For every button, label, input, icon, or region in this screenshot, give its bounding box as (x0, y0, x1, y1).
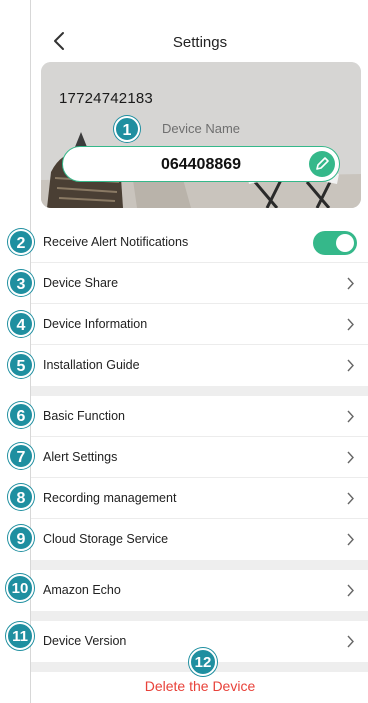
row-recording-management[interactable]: Recording management (31, 478, 368, 519)
header-bar: Settings (31, 22, 368, 62)
delete-device-button[interactable]: Delete the Device (31, 678, 368, 694)
section-divider (31, 560, 368, 570)
row-amazon-echo[interactable]: Amazon Echo (31, 570, 368, 611)
alert-notifications-toggle[interactable] (313, 231, 357, 255)
device-id: 17724742183 (59, 90, 153, 107)
device-name-field[interactable]: 064408869 (62, 146, 340, 182)
row-receive-alert-notifications[interactable]: Receive Alert Notifications (31, 222, 368, 263)
row-label: Receive Alert Notifications (43, 235, 189, 249)
edit-name-button[interactable] (309, 151, 335, 177)
chevron-right-icon (347, 584, 354, 597)
row-label: Device Information (43, 317, 148, 331)
pencil-icon (316, 157, 329, 170)
callout-badge-1: 1 (114, 116, 140, 142)
chevron-right-icon (347, 635, 354, 648)
section-divider (31, 611, 368, 621)
row-alert-settings[interactable]: Alert Settings (31, 437, 368, 478)
row-device-share[interactable]: Device Share (31, 263, 368, 304)
settings-list: Receive Alert Notifications Device Share… (31, 222, 368, 672)
chevron-right-icon (347, 533, 354, 546)
chevron-right-icon (347, 410, 354, 423)
callout-badge-8: 8 (8, 484, 34, 510)
callout-badge-10: 10 (6, 574, 34, 602)
row-label: Device Version (43, 634, 127, 648)
chevron-right-icon (347, 277, 354, 290)
chevron-right-icon (347, 451, 354, 464)
chevron-right-icon (347, 492, 354, 505)
callout-badge-6: 6 (8, 402, 34, 428)
toggle-knob (336, 234, 354, 252)
row-device-information[interactable]: Device Information (31, 304, 368, 345)
device-name-value: 064408869 (160, 156, 242, 173)
callout-badge-2: 2 (8, 229, 34, 255)
row-label: Alert Settings (43, 450, 118, 464)
callout-badge-7: 7 (8, 443, 34, 469)
row-label: Basic Function (43, 409, 125, 423)
callout-badge-9: 9 (8, 525, 34, 551)
page-title: Settings (172, 34, 228, 51)
row-basic-function[interactable]: Basic Function (31, 396, 368, 437)
row-label: Cloud Storage Service (43, 532, 169, 546)
row-installation-guide[interactable]: Installation Guide (31, 345, 368, 386)
row-label: Amazon Echo (43, 583, 121, 597)
section-divider (31, 386, 368, 396)
row-label: Device Share (43, 276, 119, 290)
row-label: Installation Guide (43, 358, 140, 372)
row-cloud-storage-service[interactable]: Cloud Storage Service (31, 519, 368, 560)
callout-badge-5: 5 (8, 352, 34, 378)
callout-badge-12: 12 (189, 648, 217, 676)
callout-badge-3: 3 (8, 270, 34, 296)
callout-badge-4: 4 (8, 311, 34, 337)
callout-badge-11: 11 (6, 622, 34, 650)
device-name-label: Device Name (161, 121, 241, 136)
row-label: Recording management (43, 491, 177, 505)
settings-screen: Settings 17724742183 Device Name 0644088… (30, 0, 368, 703)
chevron-right-icon (347, 318, 354, 331)
chevron-right-icon (347, 359, 354, 372)
device-card: 17724742183 Device Name 064408869 (41, 62, 361, 208)
